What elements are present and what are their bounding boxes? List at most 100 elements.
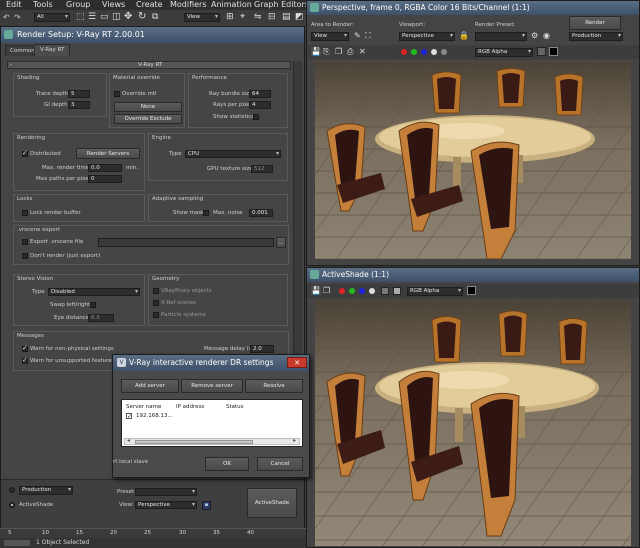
menu-views[interactable]: Views bbox=[102, 0, 125, 9]
selection-filter-dropdown[interactable]: All bbox=[34, 13, 70, 22]
swatch-icon[interactable] bbox=[549, 47, 558, 56]
activeshade-blue-icon[interactable] bbox=[359, 288, 365, 294]
override-none-button[interactable]: None bbox=[114, 102, 182, 112]
vrscene-browse-button[interactable]: ... bbox=[276, 237, 286, 248]
menu-graph-editors[interactable]: Graph Editors bbox=[254, 0, 309, 9]
activeshade-alpha-icon[interactable] bbox=[369, 288, 375, 294]
preset-dropdown[interactable] bbox=[135, 488, 197, 496]
perspective-render-view[interactable] bbox=[315, 61, 631, 259]
alpha-channel-icon[interactable] bbox=[431, 49, 437, 55]
warn-physical-checkbox[interactable] bbox=[22, 344, 28, 352]
reference-coord-dropdown[interactable]: View bbox=[184, 13, 220, 22]
activeshade-swatch-icon[interactable] bbox=[467, 286, 476, 295]
vrscene-path-field[interactable] bbox=[98, 238, 274, 247]
production-radio[interactable] bbox=[9, 487, 15, 493]
print-icon[interactable]: ⎙ bbox=[347, 47, 353, 57]
edit-region-icon[interactable]: ✎ bbox=[354, 31, 361, 40]
scroll-right-icon[interactable]: ▸ bbox=[293, 437, 296, 444]
distributed-checkbox[interactable] bbox=[22, 149, 28, 157]
max-noise-field[interactable]: 0.001 bbox=[249, 209, 273, 217]
dont-render-checkbox[interactable] bbox=[22, 253, 28, 259]
move-icon[interactable]: ✥ bbox=[124, 11, 132, 22]
scroll-thumb[interactable] bbox=[135, 440, 253, 444]
menu-create[interactable]: Create bbox=[136, 0, 163, 9]
server-list-hscrollbar[interactable]: ◂ ▸ bbox=[124, 437, 300, 445]
viewport-lock-icon[interactable]: 🔒 bbox=[459, 31, 469, 40]
engine-type-dropdown[interactable]: CPU bbox=[185, 150, 281, 158]
pivot-icon[interactable]: ⊞ bbox=[226, 12, 234, 22]
viewport-dropdown[interactable]: Perspective bbox=[399, 32, 455, 41]
export-vrscene-checkbox[interactable] bbox=[22, 239, 28, 245]
message-delay-field[interactable]: 2.0 bbox=[250, 345, 274, 353]
align-icon[interactable]: ⊟ bbox=[268, 12, 276, 22]
eye-distance-field[interactable]: 6.5 bbox=[88, 314, 114, 322]
activeshade-mono-icon[interactable] bbox=[381, 287, 389, 295]
select-icon[interactable]: ⬚ bbox=[76, 12, 85, 22]
dr-dialog-titlebar[interactable]: V V-Ray interactive renderer DR settings… bbox=[113, 355, 309, 371]
snap-icon[interactable]: ⌖ bbox=[240, 12, 245, 22]
display-mode-icon[interactable] bbox=[537, 47, 546, 56]
geometry-xref-checkbox[interactable] bbox=[153, 300, 159, 306]
undo-icon[interactable]: ↶ bbox=[3, 13, 11, 22]
select-name-icon[interactable]: ☰ bbox=[88, 12, 96, 22]
tab-common[interactable]: Common bbox=[5, 45, 35, 56]
cancel-button[interactable]: Cancel bbox=[257, 457, 303, 471]
green-channel-icon[interactable] bbox=[411, 49, 417, 55]
production-dropdown[interactable]: Production bbox=[19, 486, 73, 495]
col-ip-address[interactable]: IP address bbox=[176, 404, 204, 410]
dr-dialog-close-icon[interactable]: ✕ bbox=[287, 357, 307, 368]
override-mtl-checkbox[interactable] bbox=[114, 91, 120, 97]
render-preset-dropdown[interactable] bbox=[475, 32, 527, 41]
menu-tools[interactable]: Tools bbox=[33, 0, 53, 9]
production-mode-dropdown[interactable]: Production bbox=[569, 32, 623, 41]
col-server-name[interactable]: Server name bbox=[126, 404, 161, 410]
menu-group[interactable]: Group bbox=[66, 0, 90, 9]
activeshade-red-icon[interactable] bbox=[339, 288, 345, 294]
server-row[interactable]: ✓ 192.168.13... bbox=[124, 412, 224, 421]
red-channel-icon[interactable] bbox=[401, 49, 407, 55]
trace-depth-field[interactable]: 5 bbox=[68, 90, 90, 98]
perspective-titlebar[interactable]: Perspective, frame 0, RGBA Color 16 Bits… bbox=[307, 1, 639, 15]
activeshade-green-icon[interactable] bbox=[349, 288, 355, 294]
gpu-texture-field[interactable]: 512 bbox=[251, 165, 273, 173]
server-row-checkbox[interactable]: ✓ bbox=[126, 413, 132, 420]
window-crossing-icon[interactable]: ◫ bbox=[112, 12, 121, 22]
perspective-channel-dropdown[interactable]: RGB Alpha bbox=[475, 48, 533, 57]
menu-modifiers[interactable]: Modifiers bbox=[170, 0, 207, 9]
show-mask-checkbox[interactable] bbox=[203, 210, 209, 216]
menu-edit[interactable]: Edit bbox=[6, 0, 22, 9]
activeshade-mode-icon[interactable] bbox=[393, 287, 401, 295]
activeshade-clone-icon[interactable]: ❐ bbox=[323, 286, 330, 295]
rollout-header[interactable]: - V-Ray RT bbox=[7, 61, 291, 69]
clone-window-icon[interactable]: ❐ bbox=[335, 47, 342, 56]
max-render-time-field[interactable]: 0.0 bbox=[88, 164, 122, 172]
layer-icon[interactable]: ▤ bbox=[282, 12, 291, 22]
col-status[interactable]: Status bbox=[226, 404, 244, 410]
rays-per-pixel-field[interactable]: 4 bbox=[249, 101, 271, 109]
activeshade-render-view[interactable] bbox=[315, 300, 631, 546]
activeshade-radio[interactable] bbox=[9, 502, 15, 508]
geometry-proxy-checkbox[interactable] bbox=[153, 288, 159, 294]
timeline[interactable]: 5 10 15 20 25 30 35 40 bbox=[0, 528, 308, 538]
render-setup-titlebar[interactable]: Render Setup: V-Ray RT 2.00.01 bbox=[1, 27, 304, 43]
override-exclude-button[interactable]: Override Exclude bbox=[114, 114, 182, 124]
render-servers-button[interactable]: Render Servers bbox=[76, 148, 140, 159]
warn-unsupported-checkbox[interactable] bbox=[22, 356, 28, 364]
ray-bundle-field[interactable]: 64 bbox=[249, 90, 271, 98]
rotate-icon[interactable]: ↻ bbox=[138, 11, 146, 22]
activeshade-channel-dropdown[interactable]: RGB Alpha bbox=[407, 287, 463, 296]
environment-icon[interactable]: ◉ bbox=[543, 31, 550, 40]
add-server-button[interactable]: Add server bbox=[121, 379, 179, 393]
copy-image-icon[interactable]: ⎘ bbox=[323, 47, 329, 57]
render-button[interactable]: Render bbox=[569, 16, 621, 30]
menu-animation[interactable]: Animation bbox=[211, 0, 252, 9]
view-dropdown[interactable]: Perspective bbox=[135, 501, 197, 509]
scale-icon[interactable]: ⧉ bbox=[152, 12, 158, 22]
resolve-button[interactable]: Resolve bbox=[245, 379, 303, 393]
activeshade-titlebar[interactable]: ActiveShade (1:1) bbox=[307, 268, 639, 282]
save-image-icon[interactable]: 💾 bbox=[311, 47, 321, 56]
view-lock-icon[interactable]: ▪ bbox=[202, 501, 211, 510]
redo-icon[interactable]: ↷ bbox=[14, 13, 22, 22]
region-select-icon[interactable]: ▭ bbox=[100, 12, 109, 22]
activeshade-save-icon[interactable]: 💾 bbox=[311, 286, 321, 295]
